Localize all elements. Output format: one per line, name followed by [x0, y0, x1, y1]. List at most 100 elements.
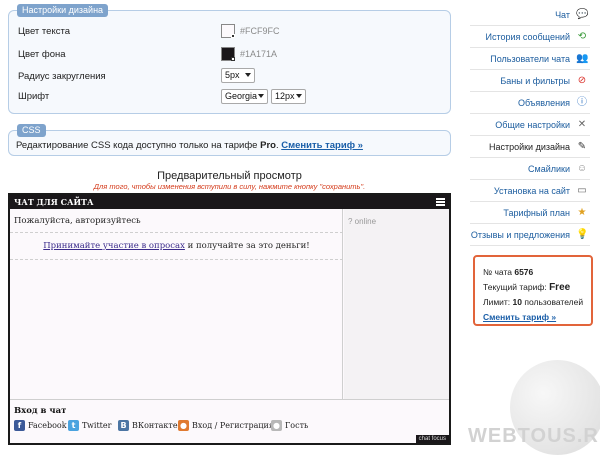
bg-color-value[interactable]: #1A171A	[240, 49, 277, 59]
sidebar-item-announcements[interactable]: Объявления ⓘ	[470, 92, 590, 114]
chevron-down-icon	[258, 94, 264, 98]
login-register[interactable]: ● Вход / Регистрация	[178, 420, 274, 432]
sidebar-item-tariff[interactable]: Тарифный план ★	[470, 202, 590, 224]
radius-label: Радиус закругления	[18, 71, 106, 82]
css-notice: Редактирование CSS кода доступно только …	[16, 140, 363, 151]
text-color-swatch[interactable]	[221, 24, 235, 38]
sidebar-item-label: Отзывы и предложения	[470, 230, 570, 240]
smiley-icon: ☺	[576, 163, 588, 174]
sidebar-item-label: История сообщений	[485, 32, 570, 42]
sidebar-item-label: Общие настройки	[495, 120, 570, 130]
sidebar-item-history[interactable]: История сообщений ⟲	[470, 26, 590, 48]
login-vkontakte-label: ВКонтакте	[132, 421, 178, 430]
font-family-select-value: Georgia	[225, 91, 258, 101]
sidebar-item-general-settings[interactable]: Общие настройки ✕	[470, 114, 590, 136]
login-register-label: Вход / Регистрация	[192, 421, 274, 430]
promo-link[interactable]: Принимайте участие в опросах	[43, 241, 185, 251]
radius-select[interactable]: 5px	[221, 68, 255, 83]
chat-number: № чата 6576	[483, 265, 583, 280]
user-icon: ●	[178, 420, 189, 431]
divider	[10, 259, 343, 260]
sidebar-item-label: Смайлики	[528, 164, 570, 174]
auth-prompt: Пожалуйста, авторизуйтесь	[14, 216, 141, 226]
font-size-select-value: 12px	[275, 91, 295, 101]
user-limit: Лимит: 10 пользователей	[483, 295, 583, 310]
ban-icon: ⊘	[577, 75, 587, 86]
font-label: Шрифт	[18, 91, 50, 102]
login-facebook-label: Facebook	[28, 421, 67, 430]
chevron-down-icon	[296, 94, 302, 98]
login-guest[interactable]: ● Гость	[271, 420, 308, 432]
vk-icon: B	[118, 420, 129, 431]
user-limit-value: 10	[512, 297, 523, 307]
facebook-icon: f	[14, 420, 25, 431]
menu-icon[interactable]	[436, 198, 445, 206]
current-plan-label: Текущий тариф:	[483, 282, 550, 292]
text-color-value[interactable]: #FCF9FC	[240, 26, 280, 36]
sidebar-item-label: Настройки дизайна	[488, 142, 570, 152]
login-title: Вход в чат	[14, 406, 67, 416]
sidebar-item-label: Чат	[555, 10, 570, 20]
chat-login-area: Вход в чат f Facebook t Twitter B ВКонта…	[10, 399, 449, 443]
speech-bubble-icon: 💬	[576, 9, 589, 20]
font-family-select[interactable]: Georgia	[221, 89, 268, 104]
design-settings-legend: Настройки дизайна	[17, 4, 109, 17]
star-icon: ★	[577, 207, 587, 218]
sidebar-item-chat[interactable]: Чат 💬	[470, 4, 590, 26]
login-twitter-label: Twitter	[82, 421, 112, 430]
divider	[10, 232, 343, 233]
users-icon: 👥	[576, 53, 589, 64]
login-facebook[interactable]: f Facebook	[14, 420, 67, 432]
radius-select-value: 5px	[225, 70, 240, 80]
sidebar-item-install[interactable]: Установка на сайт ▭	[470, 180, 590, 202]
info-change-plan-link[interactable]: Сменить тариф »	[483, 312, 556, 322]
bg-color-label: Цвет фона	[18, 49, 66, 60]
css-panel: CSS Редактирование CSS кода доступно тол…	[8, 124, 451, 156]
promo-text: и получайте за это деньги!	[184, 241, 310, 251]
design-settings-panel: Настройки дизайна Цвет текста #FCF9FC Цв…	[8, 4, 451, 114]
sidebar-item-smileys[interactable]: Смайлики ☺	[470, 158, 590, 180]
css-plan-name: Pro	[260, 140, 276, 151]
chat-preview: ЧАТ ДЛЯ САЙТА Пожалуйста, авторизуйтесь …	[8, 193, 451, 445]
monitor-icon: ▭	[577, 185, 587, 196]
sidebar-item-label: Объявления	[517, 98, 570, 108]
chat-header-title: ЧАТ ДЛЯ САЙТА	[14, 197, 94, 207]
chat-messages-area: Пожалуйста, авторизуйтесь Принимайте уча…	[10, 209, 343, 399]
lightbulb-icon: 💡	[576, 229, 589, 240]
bg-color-swatch[interactable]	[221, 47, 235, 61]
login-vkontakte[interactable]: B ВКонтакте	[118, 420, 178, 432]
chevron-down-icon	[245, 73, 251, 77]
chat-header: ЧАТ ДЛЯ САЙТА	[10, 195, 449, 209]
account-info-box: № чата 6576 Текущий тариф: Free Лимит: 1…	[473, 255, 593, 326]
font-size-select[interactable]: 12px	[271, 89, 306, 104]
preview-note: Для того, чтобы изменения вступили в сил…	[93, 182, 366, 191]
user-limit-label: Лимит:	[483, 297, 513, 307]
css-notice-text: Редактирование CSS кода доступно только …	[16, 140, 261, 151]
preview-title: Предварительный просмотр	[157, 170, 302, 182]
sidebar-item-label: Тарифный план	[503, 208, 570, 218]
current-plan-value: Free	[549, 282, 571, 293]
guest-icon: ●	[271, 420, 282, 431]
info-icon: ⓘ	[577, 97, 587, 108]
sidebar-item-bans[interactable]: Баны и фильтры ⊘	[470, 70, 590, 92]
promo-message: Принимайте участие в опросах и получайте…	[10, 241, 343, 251]
sidebar-item-feedback[interactable]: Отзывы и предложения 💡	[470, 224, 590, 246]
current-plan: Текущий тариф: Free	[483, 280, 583, 295]
twitter-icon: t	[68, 420, 79, 431]
sidebar-item-label: Установка на сайт	[493, 186, 570, 196]
sidebar-item-label: Баны и фильтры	[500, 76, 570, 86]
user-limit-unit: пользователей	[522, 297, 584, 307]
history-icon: ⟲	[577, 31, 587, 42]
chat-number-value: 6576	[514, 267, 534, 277]
login-twitter[interactable]: t Twitter	[68, 420, 111, 432]
login-guest-label: Гость	[285, 421, 309, 430]
chat-number-label: № чата	[483, 267, 515, 277]
online-count: ? online	[348, 217, 377, 226]
site-watermark: WEBTOUS.RU	[468, 425, 600, 447]
css-legend: CSS	[17, 124, 46, 137]
sidebar-item-design-settings[interactable]: Настройки дизайна ✎	[470, 136, 590, 158]
chatfocus-logo: chat focus	[415, 435, 449, 443]
change-plan-link[interactable]: Сменить тариф »	[281, 140, 363, 151]
sidebar-item-label: Пользователи чата	[490, 54, 570, 64]
sidebar-item-users[interactable]: Пользователи чата 👥	[470, 48, 590, 70]
